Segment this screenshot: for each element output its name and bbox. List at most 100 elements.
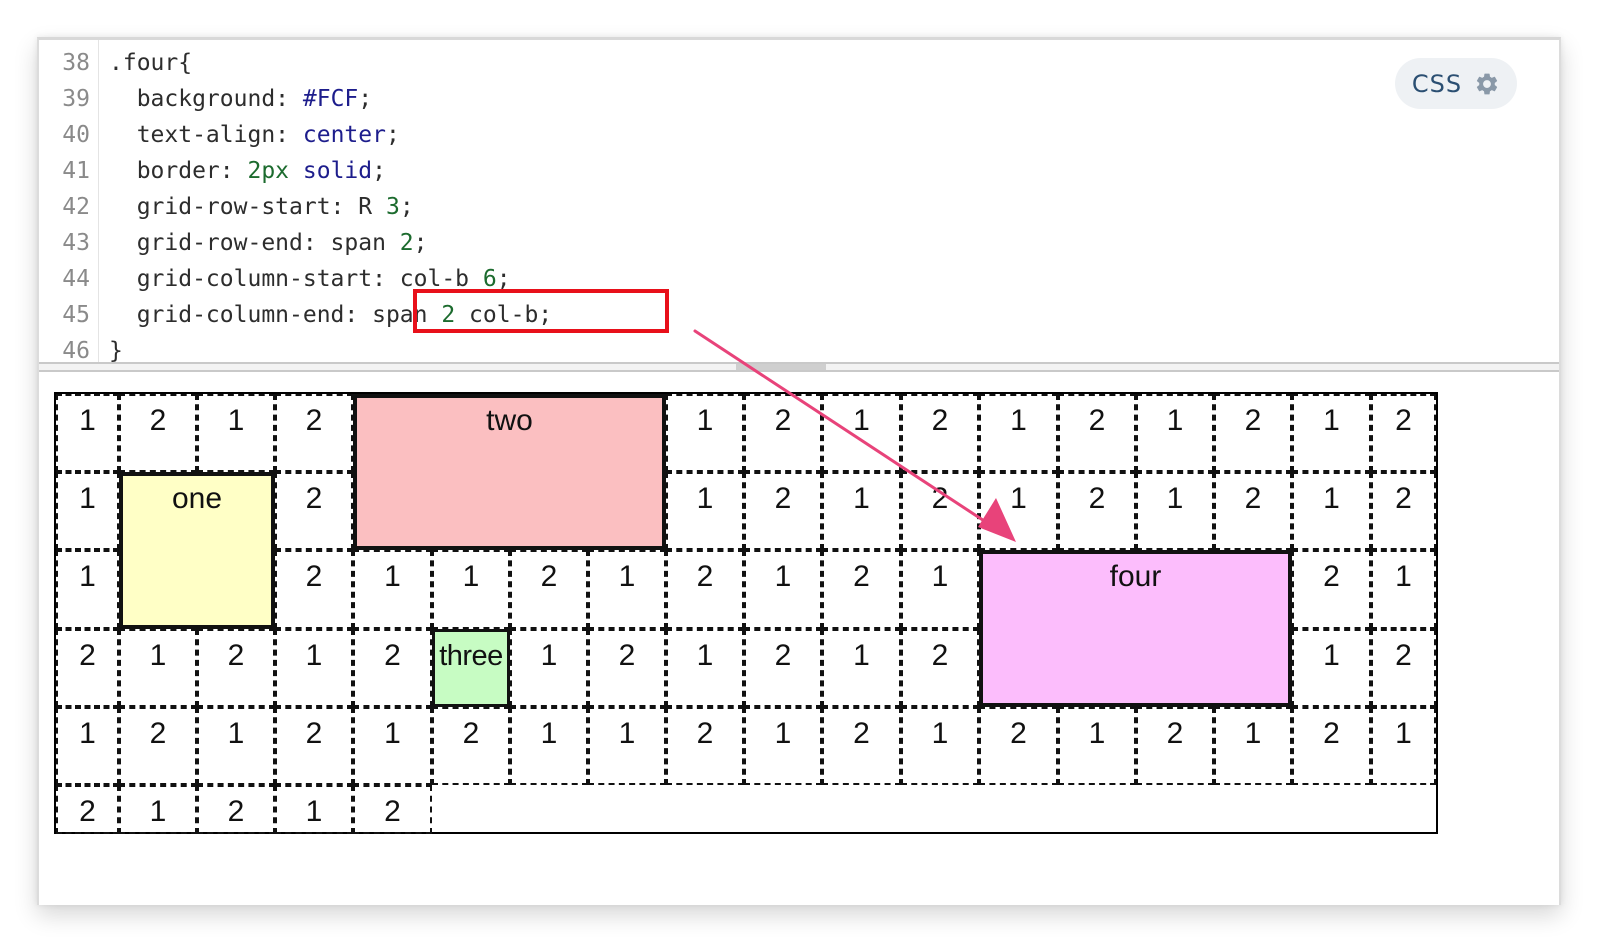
grid-cell: 1 (666, 629, 744, 707)
grid-cell: 1 (588, 550, 666, 629)
grid-cell: 1 (275, 629, 353, 707)
code-line[interactable]: border: 2px solid; (109, 153, 386, 189)
grid-cell: 1 (901, 550, 979, 629)
grid-cell: 1 (1371, 550, 1436, 629)
grid-cell: 2 (901, 629, 979, 707)
code-line[interactable]: background: #FCF; (109, 81, 372, 117)
language-settings-button[interactable]: CSS (1395, 58, 1517, 109)
grid-cell: 1 (979, 394, 1058, 472)
grid-cell: 1 (56, 707, 119, 785)
grid-cell: 2 (1058, 472, 1136, 550)
grid-cell: 1 (56, 550, 119, 629)
grid-cell: 2 (1371, 629, 1436, 707)
grid-cell: 1 (353, 550, 432, 629)
grid-cell: 1 (197, 707, 275, 785)
grid-cell: 1 (666, 472, 744, 550)
grid-cell: 1 (119, 629, 197, 707)
code-token: ; (358, 86, 373, 112)
code-line[interactable]: grid-row-start: R 3; (109, 189, 414, 225)
grid-cell: 2 (744, 629, 822, 707)
code-token: grid-row-start: R (109, 194, 386, 220)
grid-cell: 1 (56, 472, 119, 550)
grid-cell: 1 (56, 394, 119, 472)
grid-cell: 1 (822, 629, 901, 707)
grid-cell: 1 (119, 785, 197, 834)
grid-cell: 1 (197, 394, 275, 472)
grid-cell: 1 (901, 707, 979, 785)
grid-item-three: three (432, 629, 510, 707)
grid-cell: 2 (353, 785, 432, 834)
grid-cell: 1 (510, 629, 588, 707)
code-token: ; (399, 194, 414, 220)
gear-icon (1476, 73, 1498, 94)
grid-cell: 2 (588, 629, 666, 707)
grid-cell: 1 (666, 394, 744, 472)
grid-item-one: one (119, 472, 275, 629)
grid-cell: 1 (588, 707, 666, 785)
line-number: 44 (62, 266, 90, 292)
grid-cell: 1 (822, 472, 901, 550)
grid-cell: 1 (1136, 394, 1214, 472)
grid-cell: 1 (1292, 629, 1371, 707)
grid-cell: 2 (666, 550, 744, 629)
grid-item-two: two (353, 394, 666, 550)
line-number: 43 (62, 230, 90, 256)
grid-cell: 2 (510, 550, 588, 629)
grid-cell: 1 (822, 394, 901, 472)
grid-cell: 1 (744, 550, 822, 629)
code-line[interactable]: .four{ (109, 45, 192, 81)
line-number: 45 (62, 302, 90, 328)
grid-cell: 1 (1371, 707, 1436, 785)
grid-cell: 2 (353, 629, 432, 707)
grid-cell: 2 (275, 472, 353, 550)
grid-cell: 2 (275, 707, 353, 785)
grid-cell: 1 (275, 785, 353, 834)
grid-cell: 1 (979, 472, 1058, 550)
code-token: border: (109, 158, 248, 184)
pane-resize-splitter[interactable] (39, 362, 1559, 372)
line-number-gutter: 38 39 40 41 42 43 44 45 46 (39, 40, 99, 370)
grid-cell: 2 (666, 707, 744, 785)
grid-cell: 2 (1136, 707, 1214, 785)
code-line[interactable]: grid-row-end: span 2; (109, 225, 428, 261)
grid-container: 1212121212121212121212121212112121212121… (54, 392, 1438, 834)
grid-cell: 2 (1371, 394, 1436, 472)
code-token: 2px (247, 158, 290, 184)
code-token: ; (413, 230, 428, 256)
line-number: 40 (62, 122, 90, 148)
grid-cell: 1 (432, 550, 510, 629)
code-line[interactable]: text-align: center; (109, 117, 400, 153)
grid-cell: 1 (353, 707, 432, 785)
line-number: 38 (62, 50, 90, 76)
grid-cell: 1 (1292, 472, 1371, 550)
grid-cell: 2 (1214, 394, 1292, 472)
grid-cell: 2 (901, 472, 979, 550)
line-number: 41 (62, 158, 90, 184)
code-token: } (109, 338, 123, 364)
grid-cell: 1 (510, 707, 588, 785)
grid-cell: 2 (744, 472, 822, 550)
grid-cell: 2 (197, 629, 275, 707)
splitter-handle[interactable] (736, 364, 826, 370)
code-token: ; (385, 122, 400, 148)
grid-item-four: four (979, 550, 1292, 707)
grid-cell: 1 (744, 707, 822, 785)
grid-cell: 2 (275, 394, 353, 472)
grid-cell: 2 (197, 785, 275, 834)
grid-cell: 2 (1292, 707, 1371, 785)
grid-cell: 2 (1371, 472, 1436, 550)
grid-cell: 2 (901, 394, 979, 472)
css-code-editor[interactable]: 38 39 40 41 42 43 44 45 46 .four{ background: #F… (39, 40, 1559, 370)
code-token: solid (302, 158, 373, 184)
language-label: CSS (1411, 69, 1463, 98)
grid-cell: 1 (1214, 707, 1292, 785)
grid-cell: 1 (1058, 707, 1136, 785)
code-token: grid-row-end: span (109, 230, 400, 256)
code-token: text-align: (109, 122, 303, 148)
code-token: #FCF (302, 86, 359, 112)
line-number: 39 (62, 86, 90, 112)
grid-cell: 2 (432, 707, 510, 785)
line-number: 42 (62, 194, 90, 220)
grid-cell: 2 (822, 550, 901, 629)
